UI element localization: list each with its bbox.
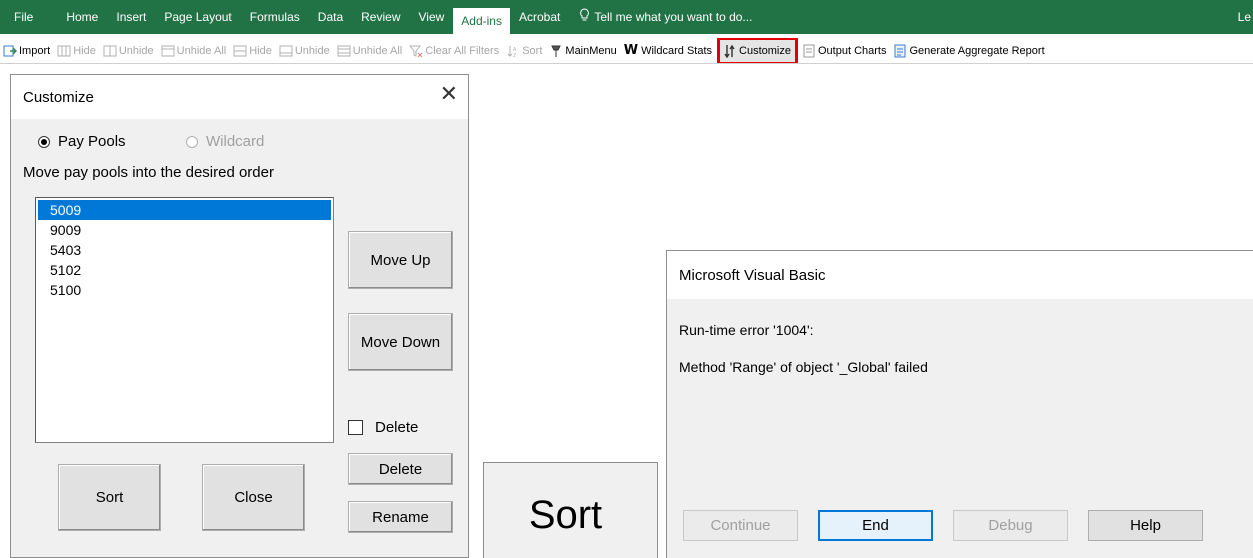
output-charts-button[interactable]: Output Charts (799, 40, 890, 62)
main-menu-label: MainMenu (565, 44, 617, 57)
import-label: Import (19, 44, 51, 57)
customize-button[interactable]: Customize (717, 38, 798, 63)
sort-preview-panel: Sort (483, 462, 658, 558)
unhide-all-rows-icon (337, 44, 351, 58)
wildcard-stats-label: Wildcard Stats (641, 44, 713, 57)
unhide-rows-icon (279, 44, 293, 58)
delete-button[interactable]: Delete (348, 453, 453, 485)
tab-review[interactable]: Review (352, 0, 409, 34)
sort-icon: AZ (506, 44, 520, 59)
unhide-all-columns-button[interactable]: Unhide All (158, 40, 231, 62)
checkbox-icon (348, 420, 363, 435)
customize-titlebar[interactable]: Customize (11, 75, 468, 119)
tab-insert[interactable]: Insert (107, 0, 155, 34)
unhide-all-columns-icon (161, 44, 175, 58)
tab-view[interactable]: View (410, 0, 454, 34)
pay-pool-listbox[interactable]: 5009 9009 5403 5102 5100 (35, 197, 334, 443)
instruction-text: Move pay pools into the desired order (23, 164, 274, 181)
list-item[interactable]: 9009 (38, 220, 331, 240)
unhide-all-rows-label: Unhide All (352, 44, 403, 57)
unhide-columns-button[interactable]: Unhide (100, 40, 158, 62)
list-item[interactable]: 5403 (38, 240, 331, 260)
vb-dialog-title: Microsoft Visual Basic (679, 266, 826, 284)
customize-dialog: Customize ✕ Pay Pools Wildcard Move pay … (10, 74, 469, 558)
continue-button[interactable]: Continue (683, 510, 798, 541)
move-down-button[interactable]: Move Down (348, 313, 453, 371)
tab-file[interactable]: File (0, 0, 57, 34)
wildcard-icon: W (623, 43, 639, 58)
import-button[interactable]: Import (0, 40, 54, 62)
hide-rows-label: Hide (249, 44, 272, 57)
report-icon (893, 44, 907, 58)
import-icon (3, 44, 18, 58)
radio-selected-icon (38, 135, 50, 148)
tab-data[interactable]: Data (309, 0, 352, 34)
tell-me-text: Tell me what you want to do... (594, 10, 753, 24)
tab-acrobat[interactable]: Acrobat (510, 0, 569, 34)
sort-toolbar-button[interactable]: AZ Sort (503, 40, 546, 62)
radio-wildcard[interactable]: Wildcard (186, 133, 264, 150)
list-item[interactable]: 5102 (38, 260, 331, 280)
unhide-columns-label: Unhide (118, 44, 154, 57)
generate-aggregate-report-label: Generate Aggregate Report (909, 44, 1045, 57)
end-button[interactable]: End (818, 510, 933, 541)
debug-button[interactable]: Debug (953, 510, 1068, 541)
main-menu-button[interactable]: MainMenu (546, 40, 620, 62)
radio-pay-pools[interactable]: Pay Pools (38, 133, 126, 150)
unhide-rows-label: Unhide (294, 44, 330, 57)
delete-checkbox[interactable]: Delete (348, 419, 418, 436)
clear-all-filters-button[interactable]: Clear All Filters (406, 40, 503, 62)
output-charts-label: Output Charts (818, 44, 887, 57)
customize-icon (723, 44, 737, 58)
tab-page-layout[interactable]: Page Layout (155, 0, 240, 34)
addins-toolbar: Import Hide Unhide Unhide All Hide Unhid… (0, 38, 1253, 64)
lightbulb-icon (579, 0, 590, 34)
rename-button[interactable]: Rename (348, 501, 453, 533)
customize-label: Customize (739, 44, 791, 57)
list-item[interactable]: 5100 (38, 280, 331, 300)
tell-me-search[interactable]: Tell me what you want to do... (569, 0, 752, 34)
sort-toolbar-label: Sort (522, 44, 543, 57)
hide-columns-icon (57, 44, 71, 58)
hide-rows-icon (233, 44, 247, 58)
vb-dialog-titlebar[interactable]: Microsoft Visual Basic (667, 251, 1253, 299)
delete-checkbox-label: Delete (375, 419, 419, 436)
unhide-all-columns-label: Unhide All (176, 44, 227, 57)
hide-columns-label: Hide (73, 44, 96, 57)
unhide-rows-button[interactable]: Unhide (276, 40, 334, 62)
clear-filter-icon (409, 44, 423, 58)
tab-add-ins[interactable]: Add-ins (453, 8, 510, 34)
hide-columns-button[interactable]: Hide (54, 40, 100, 62)
customize-title: Customize (23, 88, 94, 106)
user-name[interactable]: Le (1238, 0, 1253, 34)
vb-error-dialog: Microsoft Visual Basic Run-time error '1… (666, 250, 1253, 558)
output-charts-icon (802, 44, 816, 58)
move-up-button[interactable]: Move Up (348, 231, 453, 289)
hide-rows-button[interactable]: Hide (230, 40, 276, 62)
sort-button[interactable]: Sort (58, 464, 161, 531)
clear-all-filters-label: Clear All Filters (425, 44, 500, 57)
radio-unselected-icon (186, 135, 198, 148)
unhide-all-rows-button[interactable]: Unhide All (334, 40, 407, 62)
help-button[interactable]: Help (1088, 510, 1203, 541)
tab-home[interactable]: Home (57, 0, 107, 34)
close-icon[interactable]: ✕ (440, 83, 458, 105)
radio-pay-pools-label: Pay Pools (58, 133, 126, 150)
wildcard-stats-button[interactable]: W Wildcard Stats (621, 40, 716, 62)
radio-wildcard-label: Wildcard (206, 133, 265, 150)
error-code-text: Run-time error '1004': (679, 322, 814, 338)
main-menu-icon (549, 44, 563, 58)
unhide-columns-icon (103, 44, 117, 58)
list-item[interactable]: 5009 (38, 200, 331, 220)
error-message-text: Method 'Range' of object '_Global' faile… (679, 359, 928, 375)
ribbon-tab-bar: File Home Insert Page Layout Formulas Da… (0, 0, 1253, 34)
close-button[interactable]: Close (202, 464, 305, 531)
tab-formulas[interactable]: Formulas (241, 0, 309, 34)
svg-text:Z: Z (513, 53, 516, 58)
generate-aggregate-report-button[interactable]: Generate Aggregate Report (890, 40, 1048, 62)
sort-preview-label: Sort (528, 493, 603, 537)
